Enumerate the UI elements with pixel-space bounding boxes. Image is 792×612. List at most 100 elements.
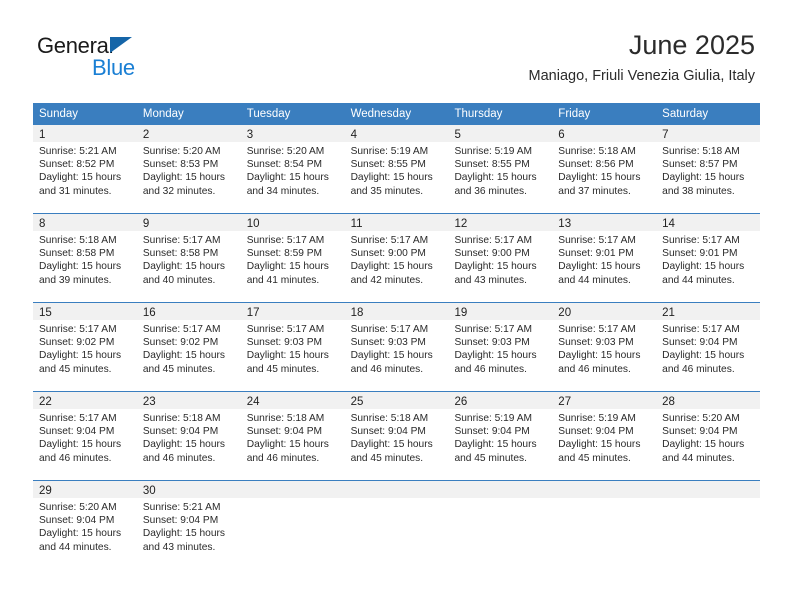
day-number: 6 bbox=[558, 129, 565, 141]
calendar-day-cell[interactable]: 4 Sunrise: 5:19 AM Sunset: 8:55 PM Daylight… bbox=[344, 125, 449, 213]
calendar-day-cell[interactable]: 22 Sunrise: 5:17 AM Sunset: 9:04 PM Dayligh… bbox=[33, 392, 137, 480]
brand-logo[interactable]: General Blue bbox=[37, 33, 247, 83]
calendar-day-cell[interactable]: 30 Sunrise: 5:21 AM Sunset: 9:04 PM Dayligh… bbox=[136, 481, 241, 569]
day-number: 24 bbox=[246, 396, 260, 408]
day-detail: Sunrise: 5:21 AM Sunset: 8:52 PM Daylight:… bbox=[33, 142, 137, 202]
weekday-header-wednesday: Wednesday bbox=[350, 108, 412, 120]
day-detail: Sunrise: 5:18 AM Sunset: 9:04 PM Daylight:… bbox=[137, 409, 241, 469]
calendar-day-cell[interactable]: 24 Sunrise: 5:18 AM Sunset: 9:04 PM Dayligh… bbox=[240, 392, 345, 480]
daylight-duration-line2: and 45 minutes. bbox=[246, 363, 320, 375]
calendar-day-cell[interactable]: 9 Sunrise: 5:17 AM Sunset: 8:58 PM Daylight… bbox=[136, 214, 241, 302]
daylight-duration-line2: and 45 minutes. bbox=[454, 452, 527, 464]
calendar-day-cell[interactable]: 20 Sunrise: 5:17 AM Sunset: 9:03 PM Dayligh… bbox=[552, 303, 657, 391]
sunrise-time: Sunrise: 5:17 AM bbox=[662, 324, 740, 335]
sunset-time: Sunset: 8:58 PM bbox=[39, 248, 115, 260]
daylight-duration-line2: and 31 minutes. bbox=[39, 185, 112, 197]
day-number-band: 14 bbox=[656, 214, 761, 231]
day-number-band: 15 bbox=[33, 303, 137, 320]
sunrise-time: Sunrise: 5:17 AM bbox=[142, 324, 221, 335]
day-detail: Sunrise: 5:20 AM Sunset: 9:04 PM Daylight:… bbox=[656, 409, 760, 469]
day-number: 12 bbox=[454, 218, 468, 230]
calendar-day-cell[interactable]: 2 Sunrise: 5:20 AM Sunset: 8:53 PM Daylight… bbox=[136, 125, 241, 213]
calendar-day-cell[interactable]: 18 Sunrise: 5:17 AM Sunset: 9:03 PM Dayligh… bbox=[344, 303, 449, 391]
sunrise-time: Sunrise: 5:17 AM bbox=[246, 235, 325, 246]
daylight-duration-line2: and 32 minutes. bbox=[142, 185, 216, 197]
day-number: 30 bbox=[142, 485, 156, 497]
sunset-time: Sunset: 9:04 PM bbox=[39, 426, 115, 438]
calendar-day-cell-empty bbox=[448, 481, 553, 569]
calendar-day-cell[interactable]: 26 Sunrise: 5:19 AM Sunset: 9:04 PM Dayligh… bbox=[448, 392, 553, 480]
calendar-day-cell[interactable]: 13 Sunrise: 5:17 AM Sunset: 9:01 PM Dayligh… bbox=[552, 214, 657, 302]
day-number: 4 bbox=[350, 129, 357, 141]
sunset-time: Sunset: 9:03 PM bbox=[246, 337, 323, 349]
calendar-day-cell[interactable]: 28 Sunrise: 5:20 AM Sunset: 9:04 PM Dayligh… bbox=[656, 392, 761, 480]
daylight-duration-line1: Daylight: 15 hours bbox=[662, 439, 745, 451]
calendar-day-cell[interactable]: 14 Sunrise: 5:17 AM Sunset: 9:01 PM Dayligh… bbox=[656, 214, 761, 302]
day-number: 28 bbox=[662, 396, 675, 408]
calendar-day-cell[interactable]: 29 Sunrise: 5:20 AM Sunset: 9:04 PM Dayligh… bbox=[33, 481, 137, 569]
sunset-time: Sunset: 9:04 PM bbox=[558, 426, 634, 438]
daylight-duration-line1: Daylight: 15 hours bbox=[350, 350, 433, 362]
day-detail: Sunrise: 5:17 AM Sunset: 9:00 PM Daylight:… bbox=[345, 231, 449, 291]
day-detail bbox=[241, 498, 345, 505]
calendar-day-cell[interactable]: 7 Sunrise: 5:18 AM Sunset: 8:57 PM Daylight… bbox=[656, 125, 761, 213]
daylight-duration-line1: Daylight: 15 hours bbox=[142, 350, 225, 362]
calendar-day-cell[interactable]: 12 Sunrise: 5:17 AM Sunset: 9:00 PM Dayligh… bbox=[448, 214, 553, 302]
title-block: June 2025 Maniago, Friuli Venezia Giulia… bbox=[529, 28, 755, 87]
day-detail: Sunrise: 5:17 AM Sunset: 9:03 PM Daylight:… bbox=[448, 320, 552, 380]
calendar-day-cell[interactable]: 25 Sunrise: 5:18 AM Sunset: 9:04 PM Dayligh… bbox=[344, 392, 449, 480]
day-detail: Sunrise: 5:17 AM Sunset: 9:01 PM Daylight:… bbox=[656, 231, 760, 291]
sunrise-time: Sunrise: 5:17 AM bbox=[558, 235, 636, 246]
calendar-day-cell[interactable]: 15 Sunrise: 5:17 AM Sunset: 9:02 PM Dayligh… bbox=[33, 303, 137, 391]
day-detail: Sunrise: 5:18 AM Sunset: 9:04 PM Daylight:… bbox=[345, 409, 449, 469]
calendar-day-cell[interactable]: 3 Sunrise: 5:20 AM Sunset: 8:54 PM Daylight… bbox=[240, 125, 345, 213]
calendar-day-cell[interactable]: 17 Sunrise: 5:17 AM Sunset: 9:03 PM Dayligh… bbox=[240, 303, 345, 391]
calendar-day-cell[interactable]: 16 Sunrise: 5:17 AM Sunset: 9:02 PM Dayligh… bbox=[136, 303, 241, 391]
day-number-band: 18 bbox=[344, 303, 449, 320]
day-detail: Sunrise: 5:20 AM Sunset: 9:04 PM Daylight:… bbox=[33, 498, 137, 558]
calendar-day-cell[interactable]: 5 Sunrise: 5:19 AM Sunset: 8:55 PM Daylight… bbox=[448, 125, 553, 213]
daylight-duration-line2: and 36 minutes. bbox=[454, 185, 527, 197]
daylight-duration-line2: and 46 minutes. bbox=[454, 363, 527, 375]
day-number: 21 bbox=[662, 307, 675, 319]
calendar-week-row: 29 Sunrise: 5:20 AM Sunset: 9:04 PM Dayligh… bbox=[33, 480, 761, 569]
day-number-band: 28 bbox=[656, 392, 761, 409]
day-detail: Sunrise: 5:19 AM Sunset: 9:04 PM Daylight:… bbox=[552, 409, 656, 469]
sunrise-time: Sunrise: 5:19 AM bbox=[454, 146, 533, 157]
sunrise-time: Sunrise: 5:17 AM bbox=[662, 235, 740, 246]
sunset-time: Sunset: 8:55 PM bbox=[454, 159, 530, 171]
day-number: 7 bbox=[662, 129, 669, 141]
day-detail: Sunrise: 5:17 AM Sunset: 9:04 PM Daylight:… bbox=[33, 409, 137, 469]
calendar-day-cell[interactable]: 21 Sunrise: 5:17 AM Sunset: 9:04 PM Dayligh… bbox=[656, 303, 761, 391]
daylight-duration-line2: and 46 minutes. bbox=[558, 363, 631, 375]
sunrise-time: Sunrise: 5:19 AM bbox=[350, 146, 429, 157]
calendar-day-cell[interactable]: 23 Sunrise: 5:18 AM Sunset: 9:04 PM Dayligh… bbox=[136, 392, 241, 480]
calendar-day-cell[interactable]: 27 Sunrise: 5:19 AM Sunset: 9:04 PM Dayligh… bbox=[552, 392, 657, 480]
sunset-time: Sunset: 9:03 PM bbox=[454, 337, 530, 349]
weekday-header-saturday: Saturday bbox=[662, 108, 709, 120]
daylight-duration-line1: Daylight: 15 hours bbox=[454, 350, 537, 362]
day-number-band: 20 bbox=[552, 303, 657, 320]
day-number-band: 21 bbox=[656, 303, 761, 320]
calendar-day-cell[interactable]: 11 Sunrise: 5:17 AM Sunset: 9:00 PM Dayligh… bbox=[344, 214, 449, 302]
daylight-duration-line1: Daylight: 15 hours bbox=[454, 261, 537, 273]
sunrise-time: Sunrise: 5:17 AM bbox=[246, 324, 325, 335]
day-detail: Sunrise: 5:17 AM Sunset: 9:02 PM Daylight:… bbox=[33, 320, 137, 380]
daylight-duration-line2: and 40 minutes. bbox=[142, 274, 216, 286]
calendar-day-cell[interactable]: 8 Sunrise: 5:18 AM Sunset: 8:58 PM Daylight… bbox=[33, 214, 137, 302]
daylight-duration-line1: Daylight: 15 hours bbox=[662, 350, 745, 362]
calendar-day-cell[interactable]: 10 Sunrise: 5:17 AM Sunset: 8:59 PM Dayligh… bbox=[240, 214, 345, 302]
calendar-day-cell[interactable]: 1 Sunrise: 5:21 AM Sunset: 8:52 PM Daylight… bbox=[33, 125, 137, 213]
sunset-time: Sunset: 9:01 PM bbox=[662, 248, 738, 260]
brand-name-bottom: Blue bbox=[92, 55, 135, 80]
sunset-time: Sunset: 9:00 PM bbox=[454, 248, 530, 260]
daylight-duration-line1: Daylight: 15 hours bbox=[39, 350, 122, 362]
daylight-duration-line2: and 44 minutes. bbox=[558, 274, 631, 286]
daylight-duration-line1: Daylight: 15 hours bbox=[454, 439, 537, 451]
daylight-duration-line2: and 45 minutes. bbox=[558, 452, 631, 464]
calendar-day-cell[interactable]: 19 Sunrise: 5:17 AM Sunset: 9:03 PM Dayligh… bbox=[448, 303, 553, 391]
daylight-duration-line2: and 46 minutes. bbox=[350, 363, 424, 375]
day-number: 23 bbox=[142, 396, 156, 408]
calendar-day-cell[interactable]: 6 Sunrise: 5:18 AM Sunset: 8:56 PM Daylight… bbox=[552, 125, 657, 213]
day-number: 29 bbox=[39, 485, 52, 497]
